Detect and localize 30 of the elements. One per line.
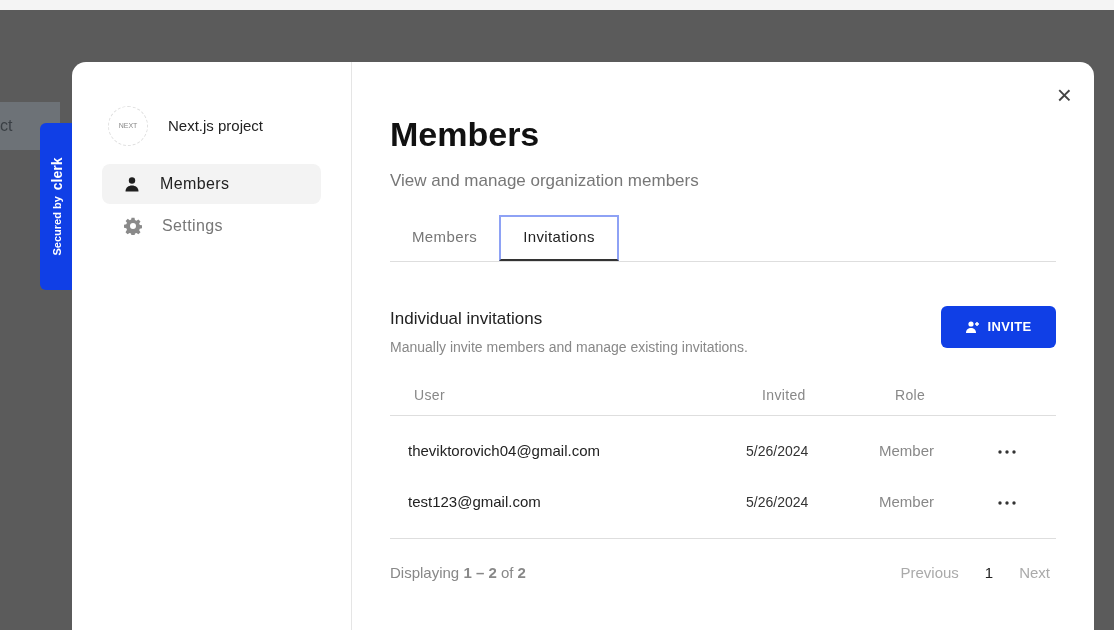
invited-date: 5/26/2024 (746, 493, 810, 512)
tab[interactable]: Members (390, 214, 500, 261)
invited-date: 5/26/2024 (746, 442, 810, 461)
badge-text: Secured by (49, 196, 64, 256)
user-email: theviktorovich04@gmail.com (408, 441, 601, 462)
section-description: Manually invite members and manage existing invitations. (390, 338, 748, 357)
gear-icon (124, 217, 142, 235)
pagination-summary: Displaying 1 – 2 of 2 (390, 562, 526, 583)
page-subtitle: View and manage organization members (390, 170, 700, 192)
column-header: User (414, 386, 446, 405)
page-title: Members (390, 114, 541, 155)
person-icon (124, 176, 140, 192)
invite-button[interactable]: INVITE (941, 305, 1056, 348)
user-email: test123@gmail.com (408, 492, 542, 513)
role-text: Member (879, 441, 935, 462)
page-button[interactable]: 1 (984, 561, 994, 585)
clerk-logo: clerk (47, 157, 66, 191)
secured-badge[interactable]: Secured by clerk (40, 123, 74, 290)
more-icon[interactable] (998, 449, 1016, 454)
nav-item[interactable]: Members (102, 164, 321, 204)
org-name: Next.js project (168, 115, 264, 136)
close-button[interactable]: × (1056, 82, 1072, 108)
section-title: Individual invitations (390, 307, 544, 330)
add-user-icon (965, 320, 980, 333)
role-text: Member (879, 492, 935, 513)
column-header: Invited (762, 386, 807, 405)
column-header: Role (895, 386, 927, 405)
tab[interactable]: Invitations (499, 214, 619, 261)
more-icon[interactable] (998, 500, 1016, 505)
nav-item[interactable]: Settings (102, 206, 321, 246)
